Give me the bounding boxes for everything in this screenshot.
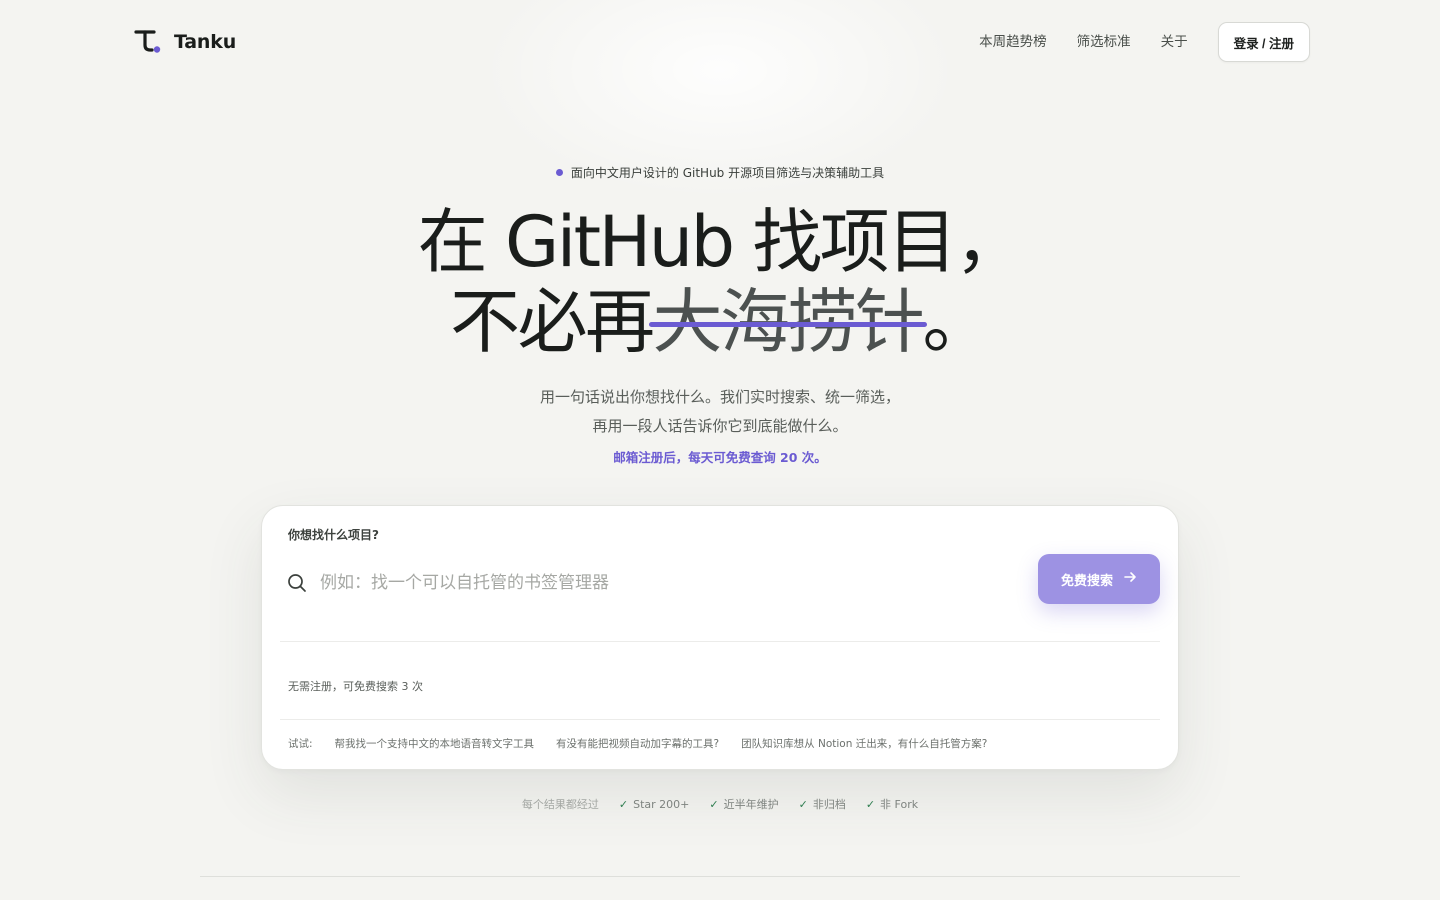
try-label: 试试: <box>288 738 313 750</box>
suggestion-row: 试试: 帮我找一个支持中文的本地语音转文字工具 有没有能把视频自动加字幕的工具?… <box>288 736 1009 751</box>
criteria-item: ✓ Star 200+ <box>619 796 690 812</box>
criteria-intro: 每个结果都经过 <box>521 798 599 811</box>
brand-logo[interactable]: Tanku <box>134 28 236 56</box>
promo-note: 邮箱注册后，每天可免费查询 20 次。 <box>613 450 827 465</box>
criteria-label: 近半年维护 <box>723 798 779 811</box>
headline-suffix: 。 <box>922 281 993 363</box>
brand-name: Tanku <box>174 31 237 53</box>
search-button-label: 免费搜索 <box>1060 573 1113 589</box>
tagline-dot-icon <box>555 169 563 176</box>
criteria-item: ✓ 非归档 <box>799 796 846 812</box>
card-divider <box>280 641 1160 642</box>
check-icon: ✓ <box>865 797 876 811</box>
login-register-button[interactable]: 登录 / 注册 <box>1217 22 1310 62</box>
strike-line <box>648 322 927 327</box>
search-icon <box>286 572 308 594</box>
tagline-text: 面向中文用户设计的 GitHub 开源项目筛选与决策辅助工具 <box>570 166 885 180</box>
headline-prefix: 不必再 <box>450 281 655 363</box>
check-icon: ✓ <box>798 797 808 811</box>
card-divider <box>280 719 1160 720</box>
search-label: 你想找什么项目? <box>288 528 379 542</box>
suggestion-chip[interactable]: 帮我找一个支持中文的本地语音转文字工具 <box>335 736 535 751</box>
free-search-note: 无需注册，可免费搜索 3 次 <box>288 680 423 693</box>
suggestion-chip[interactable]: 团队知识库想从 Notion 迁出来，有什么自托管方案? <box>741 736 987 751</box>
arrow-right-icon <box>1123 570 1137 588</box>
tanku-logo-icon <box>134 28 164 56</box>
criteria-label: 非 Fork <box>880 798 919 811</box>
section-divider <box>200 876 1240 877</box>
check-icon: ✓ <box>618 797 629 811</box>
suggestion-chip[interactable]: 有没有能把视频自动加字幕的工具? <box>556 736 719 751</box>
headline-line-1: 在 GitHub 找项目， <box>417 201 1025 283</box>
free-search-button[interactable]: 免费搜索 <box>1038 554 1160 604</box>
site-header: Tanku 本周趋势榜 筛选标准 关于 登录 / 注册 <box>0 0 1440 84</box>
headline-strikethrough-word: 大海捞针 <box>648 281 927 363</box>
nav-link-criteria[interactable]: 筛选标准 <box>1077 22 1131 62</box>
nav-link-weekly-trending[interactable]: 本周趋势榜 <box>979 22 1047 62</box>
criteria-label: Star 200+ <box>633 797 690 811</box>
criteria-item: ✓ 非 Fork <box>866 796 918 812</box>
check-icon: ✓ <box>709 797 719 811</box>
criteria-item: ✓ 近半年维护 <box>709 796 778 812</box>
search-input[interactable] <box>320 566 1020 600</box>
hero-tagline: 面向中文用户设计的 GitHub 开源项目筛选与决策辅助工具 <box>0 164 1440 181</box>
search-card: 你想找什么项目? 免费搜索 无需注册，可免费搜索 3 次 试试: 帮我找一个支持… <box>261 505 1179 770</box>
nav-link-about[interactable]: 关于 <box>1161 22 1188 62</box>
subtitle-line-1: 用一句话说出你想找什么。我们实时搜索、统一筛选， <box>539 388 900 406</box>
criteria-label: 非归档 <box>812 798 846 811</box>
filter-criteria: 每个结果都经过 ✓ Star 200+ ✓ 近半年维护 ✓ 非归档 ✓ 非 Fork <box>0 796 1440 812</box>
subtitle-line-2: 再用一段人话告诉你它到底能做什么。 <box>592 417 848 435</box>
main-nav: 本周趋势榜 筛选标准 关于 登录 / 注册 <box>979 22 1310 62</box>
hero-subtitle: 用一句话说出你想找什么。我们实时搜索、统一筛选， 再用一段人话告诉你它到底能做什… <box>0 383 1440 441</box>
headline-line-2: 不必再大海捞针。 <box>0 282 1440 362</box>
hero-headline: 在 GitHub 找项目， 不必再大海捞针。 <box>0 202 1440 362</box>
